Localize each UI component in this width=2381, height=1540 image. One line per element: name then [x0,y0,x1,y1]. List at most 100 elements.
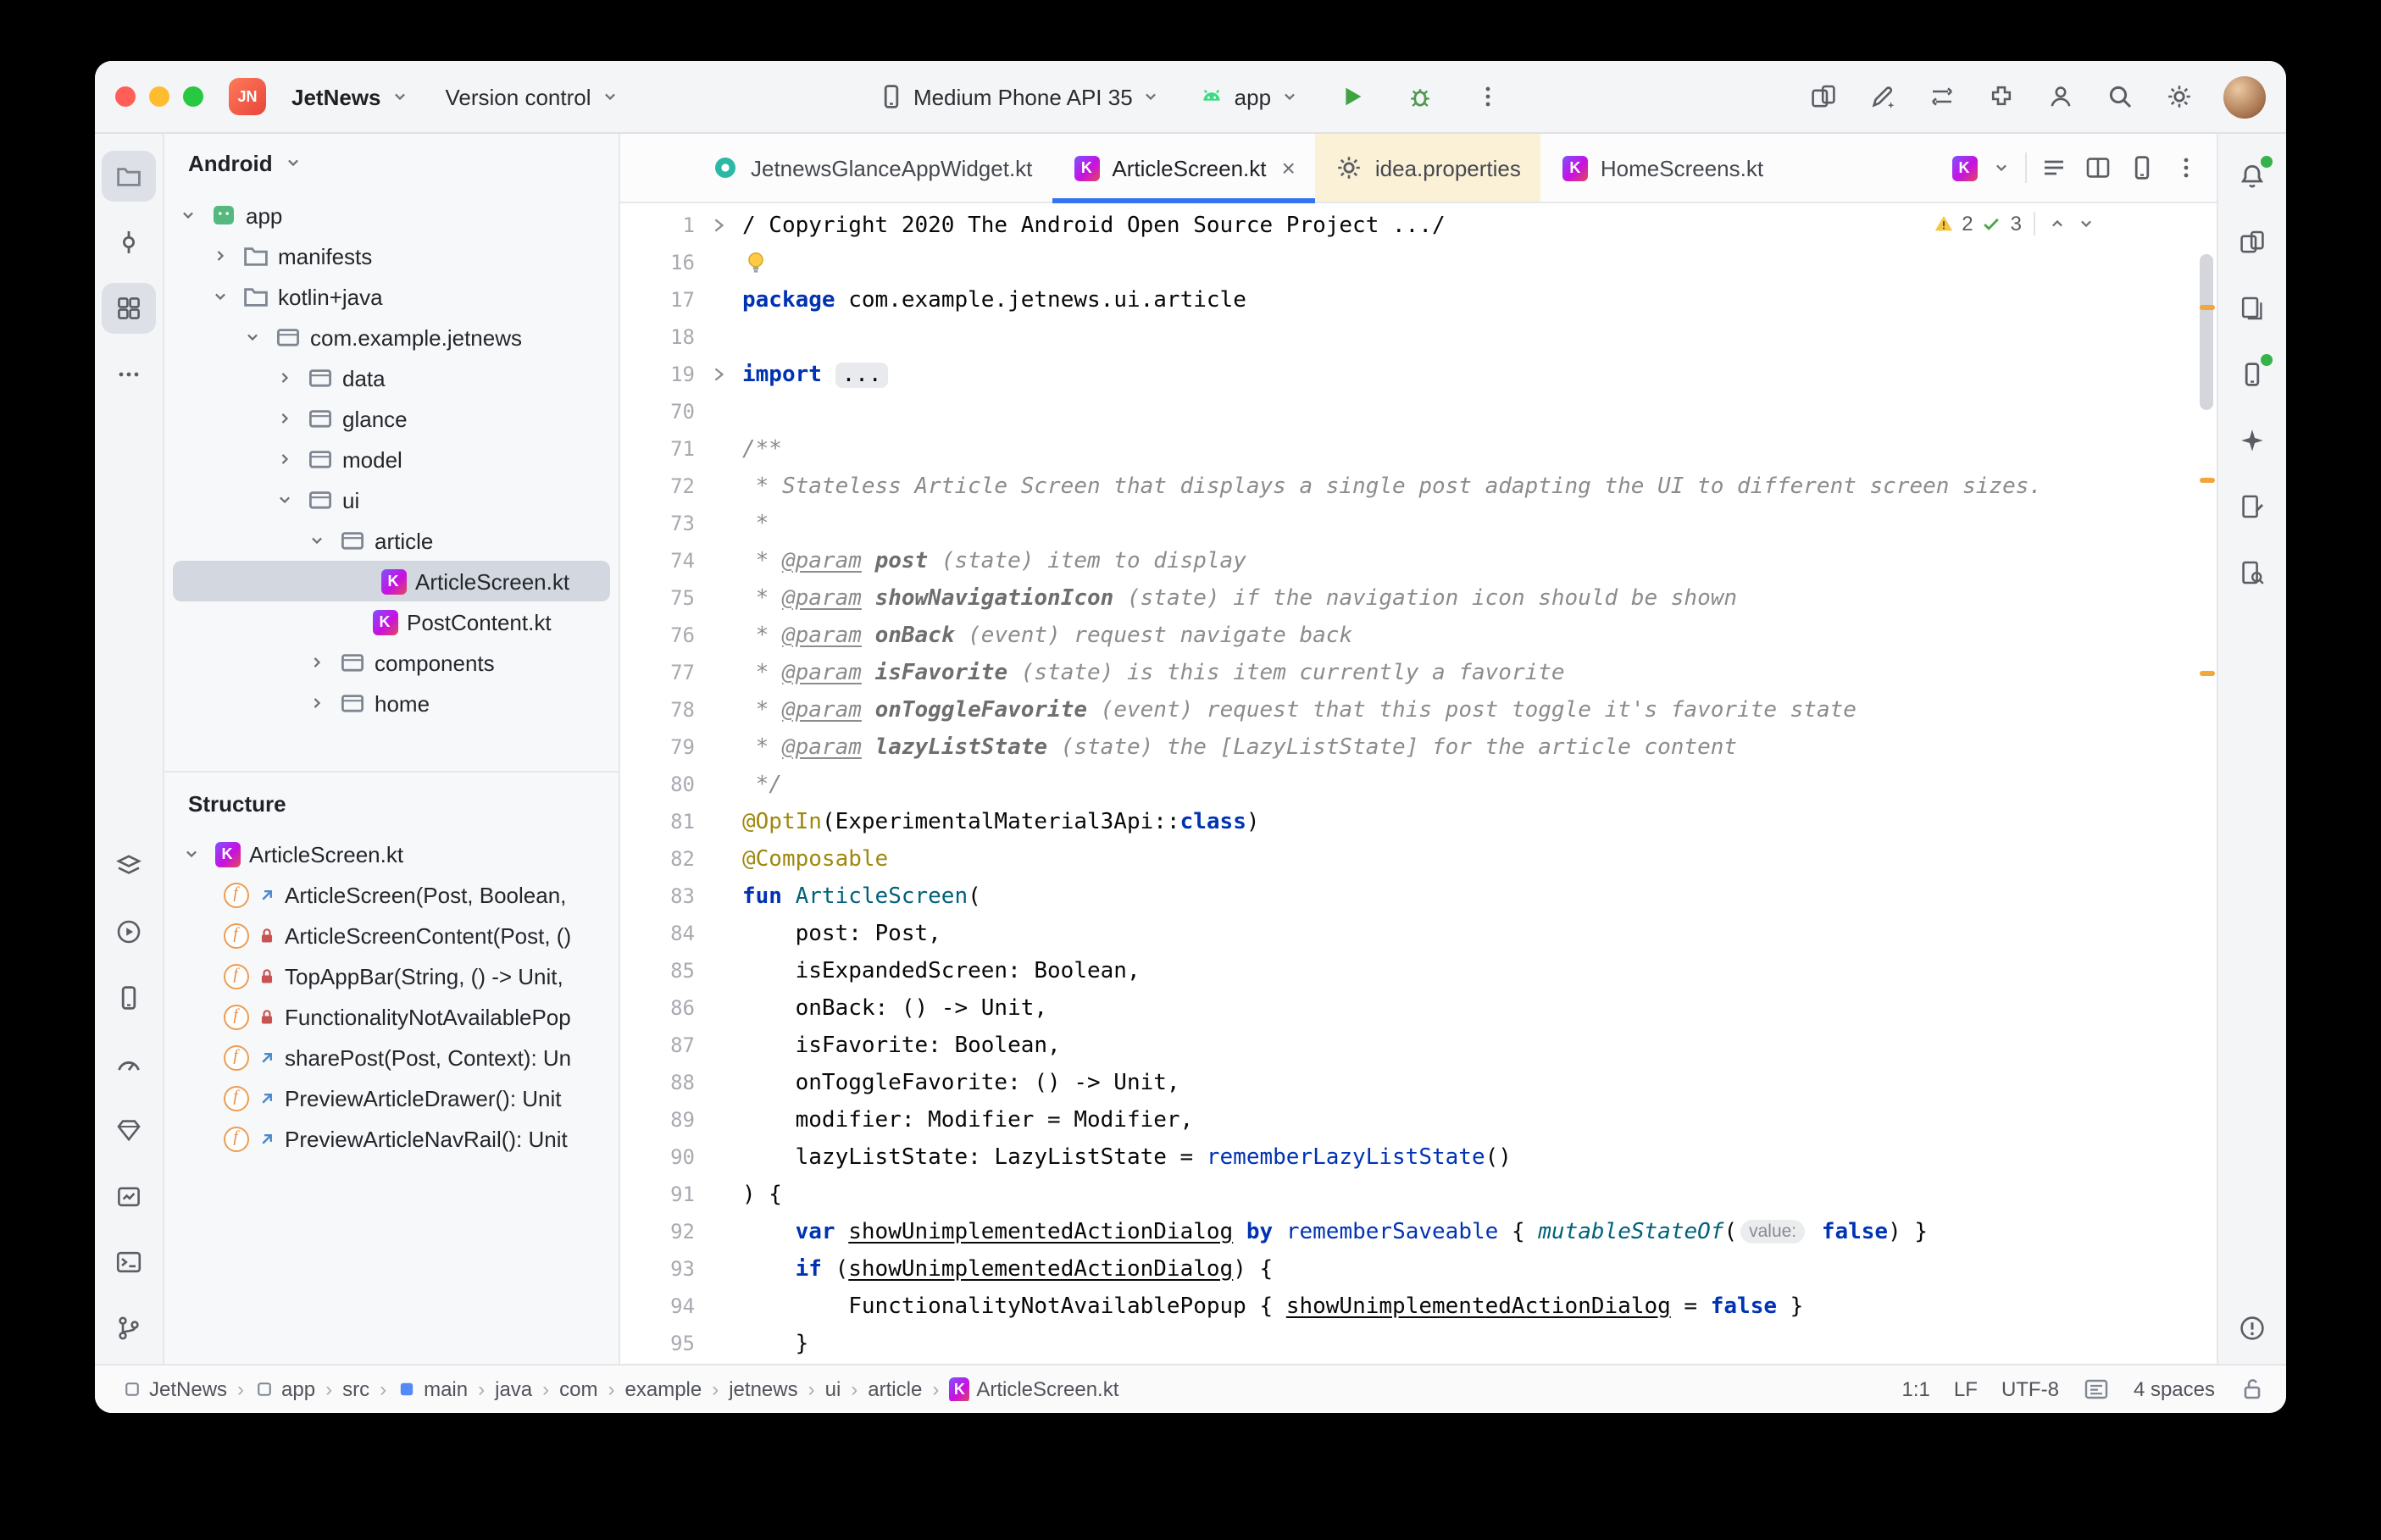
app-quality-insights-button[interactable] [102,1105,156,1155]
tab-articlescreen-kt[interactable]: KArticleScreen.kt× [1052,134,1315,202]
terminal-button[interactable] [102,1237,156,1288]
settings-sync-button[interactable] [1917,73,1968,120]
line-separator-widget[interactable]: LF [1954,1377,1978,1401]
structure-item-functionalitynotavailablepop[interactable]: fFunctionalityNotAvailablePop [164,996,619,1037]
inspections-widget[interactable]: 2 3 [1921,208,2108,239]
editor-list-icon[interactable] [2040,154,2067,181]
settings-button[interactable] [2154,73,2205,120]
run-tool-button[interactable] [102,906,156,957]
device-mirroring-button[interactable] [1798,73,1849,120]
scrollbar-thumb[interactable] [2200,254,2213,410]
more-tool-windows-button[interactable] [102,349,156,400]
breadcrumb-jetnews[interactable]: jetnews [729,1377,797,1401]
tree-item-components[interactable]: components [164,642,619,683]
structure-item-articlescreen-post-boolean[interactable]: fArticleScreen(Post, Boolean, [164,874,619,915]
tree-chevron-icon[interactable] [239,327,266,347]
app-inspection-button[interactable] [102,1171,156,1221]
breadcrumb-main[interactable]: main [397,1377,468,1401]
project-view-header[interactable]: Android [164,134,619,191]
close-tab-icon[interactable]: × [1282,154,1296,181]
prev-problem-icon[interactable] [2047,213,2067,234]
tree-item-data[interactable]: data [164,357,619,398]
debug-button[interactable] [1395,73,1446,120]
running-devices-button[interactable] [2225,349,2279,400]
hidden-tabs-chevron-icon[interactable] [1991,158,2012,178]
tree-chevron-icon[interactable] [303,652,330,673]
tab-jetnewsglanceappwidget-kt[interactable]: JetnewsGlanceAppWidget.kt [691,134,1052,202]
build-variants-button[interactable] [102,840,156,891]
ai-assistant-button[interactable] [1857,73,1908,120]
run-configuration[interactable]: app [1189,78,1310,115]
device-preview-icon[interactable] [2128,154,2156,181]
vcs-widget[interactable]: Version control [436,79,630,114]
tree-chevron-icon[interactable] [207,246,234,266]
cursor-position[interactable]: 1:1 [1902,1377,1930,1401]
structure-tool-button[interactable] [102,283,156,334]
indent-widget[interactable]: 4 spaces [2134,1377,2215,1401]
indent-icon[interactable] [2083,1376,2110,1403]
tree-chevron-icon[interactable] [271,490,298,510]
minimize-button[interactable] [149,86,169,107]
tab-homescreens-kt[interactable]: KHomeScreens.kt [1541,134,1784,202]
intention-bulb-icon[interactable] [742,249,769,276]
commit-tool-button[interactable] [102,217,156,268]
tree-chevron-icon[interactable] [207,286,234,307]
tree-item-postcontent-kt[interactable]: KPostContent.kt [164,601,619,642]
code-with-me-button[interactable] [2035,73,2086,120]
tree-item-ui[interactable]: ui [164,479,619,520]
split-editor-icon[interactable] [2084,154,2112,181]
device-streaming-button[interactable] [2225,217,2279,268]
fold-arrow-icon[interactable] [708,215,729,235]
zoom-button[interactable] [183,86,203,107]
gemini-button[interactable] [2225,415,2279,466]
editor-more-icon[interactable] [2173,154,2200,181]
tree-chevron-icon[interactable] [303,693,330,713]
tree-item-kotlin-java[interactable]: kotlin+java [164,276,619,317]
tree-chevron-icon[interactable] [303,530,330,551]
close-button[interactable] [115,86,136,107]
user-avatar[interactable] [2223,75,2266,118]
breadcrumb-example[interactable]: example [625,1377,702,1401]
tree-item-model[interactable]: model [164,439,619,479]
search-everywhere-button[interactable] [2095,73,2145,120]
ai-edits-button[interactable] [2225,481,2279,532]
device-explorer-button[interactable] [2225,283,2279,334]
editor-scrollbar[interactable] [2196,203,2217,1364]
device-selector[interactable]: Medium Phone API 35 [868,78,1172,115]
run-button[interactable] [1327,73,1378,120]
structure-item-sharepost-post-context-un[interactable]: fsharePost(Post, Context): Un [164,1037,619,1077]
tree-chevron-icon[interactable] [175,205,202,225]
encoding-widget[interactable]: UTF-8 [2001,1377,2059,1401]
breadcrumb-ui[interactable]: ui [825,1377,841,1401]
tree-item-app[interactable]: app [164,195,619,235]
structure-item-previewarticlenavrail-unit[interactable]: fPreviewArticleNavRail(): Unit [164,1118,619,1159]
device-manager-button[interactable] [102,972,156,1023]
breadcrumb-article[interactable]: article [868,1377,922,1401]
tree-item-manifests[interactable]: manifests [164,235,619,276]
profiler-button[interactable] [102,1039,156,1089]
structure-item-previewarticledrawer-unit[interactable]: fPreviewArticleDrawer(): Unit [164,1077,619,1118]
tree-item-home[interactable]: home [164,683,619,723]
tree-item-articlescreen-kt[interactable]: KArticleScreen.kt [173,561,610,601]
breadcrumb-src[interactable]: src [342,1377,369,1401]
tree-item-glance[interactable]: glance [164,398,619,439]
more-run-actions-button[interactable] [1462,73,1513,120]
tree-item-article[interactable]: article [164,520,619,561]
breadcrumb-app[interactable]: app [254,1377,315,1401]
breadcrumb-jetnews[interactable]: JetNews [122,1377,227,1401]
structure-item-articlescreencontent-post[interactable]: fArticleScreenContent(Post, () [164,915,619,956]
project-selector[interactable]: JetNews [281,79,420,114]
tree-chevron-icon[interactable] [271,449,298,469]
breadcrumb-java[interactable]: java [495,1377,532,1401]
tree-chevron-icon[interactable] [271,408,298,429]
next-problem-icon[interactable] [2076,213,2096,234]
notifications-button[interactable] [2225,151,2279,202]
version-control-button[interactable] [102,1303,156,1354]
project-tool-button[interactable] [102,151,156,202]
file-lock-icon[interactable] [2239,1376,2266,1403]
structure-header[interactable]: Structure [164,771,619,834]
problems-button[interactable] [2225,1303,2279,1354]
tree-item-com-example-jetnews[interactable]: com.example.jetnews [164,317,619,357]
tree-chevron-icon[interactable] [178,844,205,864]
plugins-button[interactable] [1976,73,2027,120]
